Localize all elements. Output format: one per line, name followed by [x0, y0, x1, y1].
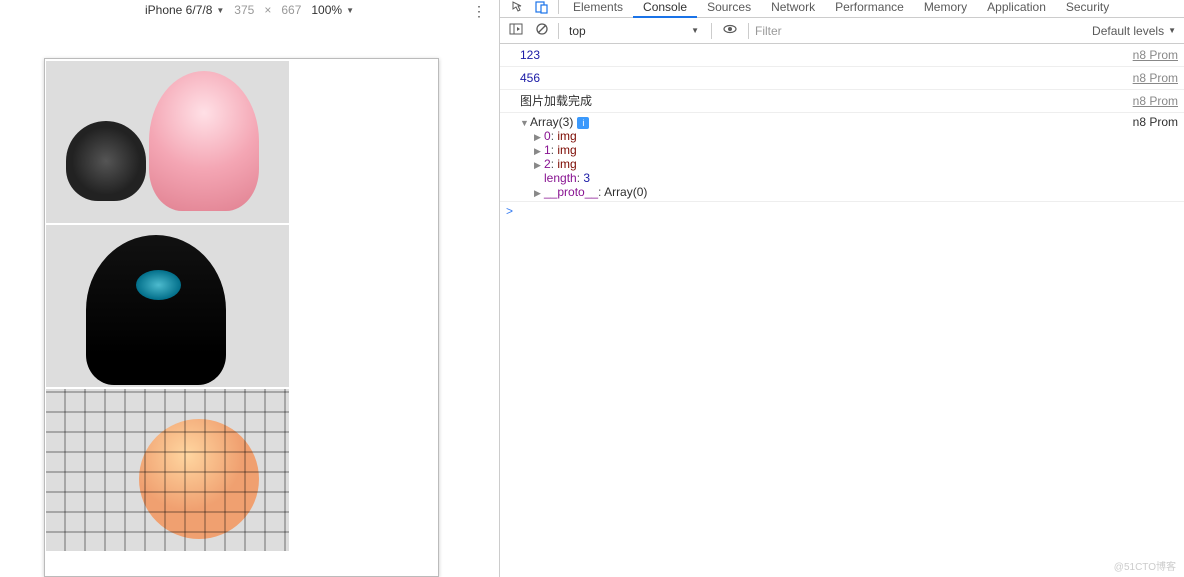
context-select[interactable]: top ▼ — [565, 24, 705, 38]
chevron-down-icon: ▼ — [1168, 26, 1176, 35]
tab-memory[interactable]: Memory — [914, 0, 977, 18]
preview-image-3 — [46, 389, 289, 551]
device-viewport — [44, 58, 439, 577]
caret-down-icon: ▼ — [520, 118, 530, 128]
device-select[interactable]: iPhone 6/7/8 ▼ — [145, 3, 224, 17]
levels-label: Default levels — [1092, 24, 1164, 38]
sidebar-toggle-icon[interactable] — [506, 22, 526, 39]
object-proto[interactable]: ▶__proto__: Array(0) — [534, 185, 1178, 199]
prompt-chevron-icon: > — [506, 204, 513, 218]
log-source-link[interactable]: n8 Prom — [1133, 115, 1178, 129]
log-message: 456 — [520, 69, 540, 87]
chevron-down-icon: ▼ — [691, 26, 699, 35]
info-badge-icon[interactable]: i — [577, 117, 589, 129]
zoom-select[interactable]: 100% ▼ — [311, 3, 354, 17]
log-source-link[interactable]: n8 Prom — [1133, 92, 1178, 110]
tab-sources[interactable]: Sources — [697, 0, 761, 18]
watermark: @51CTO博客 — [1114, 558, 1176, 573]
log-row: 图片加载完成 n8 Prom — [500, 90, 1184, 113]
tab-security[interactable]: Security — [1056, 0, 1119, 18]
caret-right-icon: ▶ — [534, 132, 544, 143]
caret-right-icon: ▶ — [534, 146, 544, 157]
console-toolbar: top ▼ Default levels ▼ — [500, 18, 1184, 44]
devtools-panel: Elements Console Sources Network Perform… — [500, 0, 1184, 577]
width-value: 375 — [234, 3, 254, 17]
separator — [748, 23, 749, 39]
device-name-label: iPhone 6/7/8 — [145, 3, 212, 17]
filter-input[interactable] — [755, 24, 955, 38]
preview-image-2 — [46, 225, 289, 387]
kebab-menu-icon[interactable]: ⋮ — [472, 3, 487, 20]
separator — [711, 23, 712, 39]
chevron-down-icon: ▼ — [346, 6, 354, 15]
object-entry[interactable]: ▶1: img — [534, 143, 1178, 157]
zoom-value: 100% — [311, 3, 342, 17]
context-label: top — [569, 24, 586, 38]
log-row: 456 n8 Prom — [500, 67, 1184, 90]
console-output: 123 n8 Prom 456 n8 Prom 图片加载完成 n8 Prom ▼… — [500, 44, 1184, 577]
log-source-link[interactable]: n8 Prom — [1133, 46, 1178, 64]
object-header[interactable]: ▼Array(3)i — [520, 115, 589, 129]
console-prompt[interactable]: > — [500, 202, 1184, 220]
tab-network[interactable]: Network — [761, 0, 825, 18]
tab-console[interactable]: Console — [633, 0, 697, 18]
height-value: 667 — [281, 3, 301, 17]
object-entry[interactable]: ▶2: img — [534, 157, 1178, 171]
caret-right-icon: ▶ — [534, 188, 544, 199]
separator — [558, 23, 559, 39]
device-emulation-pane: iPhone 6/7/8 ▼ 375 × 667 100% ▼ ⋮ — [0, 0, 500, 577]
log-row: 123 n8 Prom — [500, 44, 1184, 67]
tab-elements[interactable]: Elements — [563, 0, 633, 18]
chevron-down-icon: ▼ — [216, 6, 224, 15]
object-length: length: 3 — [534, 171, 1178, 185]
live-expression-icon[interactable] — [718, 22, 742, 39]
device-toolbar: iPhone 6/7/8 ▼ 375 × 667 100% ▼ — [0, 0, 499, 20]
log-row-object: ▼Array(3)i n8 Prom ▶0: img ▶1: img ▶2: i… — [500, 113, 1184, 202]
device-toggle-icon[interactable] — [530, 0, 554, 17]
object-entry[interactable]: ▶0: img — [534, 129, 1178, 143]
tab-performance[interactable]: Performance — [825, 0, 914, 18]
log-message: 图片加载完成 — [520, 92, 592, 110]
tab-application[interactable]: Application — [977, 0, 1056, 18]
clear-console-icon[interactable] — [532, 22, 552, 39]
devtools-tabbar: Elements Console Sources Network Perform… — [500, 0, 1184, 18]
caret-right-icon: ▶ — [534, 160, 544, 171]
inspect-icon[interactable] — [506, 0, 530, 17]
dimension-separator: × — [264, 3, 271, 17]
log-source-link[interactable]: n8 Prom — [1133, 69, 1178, 87]
separator — [558, 0, 559, 14]
preview-image-1 — [46, 61, 289, 223]
log-levels-select[interactable]: Default levels ▼ — [1092, 24, 1176, 38]
log-message: 123 — [520, 46, 540, 64]
